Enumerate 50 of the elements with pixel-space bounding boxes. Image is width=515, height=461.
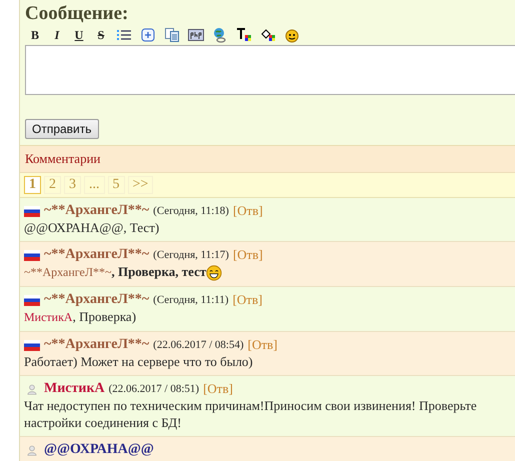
page-link[interactable]: 5 <box>108 176 124 194</box>
flag-icon <box>24 340 40 351</box>
send-button[interactable]: Отправить <box>25 119 99 139</box>
php-icon[interactable] <box>188 27 204 43</box>
underline-button[interactable]: U <box>72 28 86 42</box>
text-color-icon[interactable] <box>236 27 252 43</box>
author-name[interactable]: МистикА <box>44 381 105 398</box>
reply-link[interactable]: [Отв] <box>232 247 263 263</box>
comment-time: (Сегодня, 11:17) <box>153 249 229 261</box>
page-link[interactable]: 1 <box>24 176 41 194</box>
comment-time: (22.06.2017 / 08:51) <box>108 383 200 396</box>
bold-button[interactable]: B <box>28 28 42 42</box>
author-name[interactable]: ~**АрхангеЛ**~ <box>44 203 150 219</box>
author-name[interactable]: ~**АрхангеЛ**~ <box>44 337 150 354</box>
comment-text: , Проверка) <box>72 309 136 324</box>
form-title: Сообщение: <box>25 2 130 26</box>
page-link[interactable]: 2 <box>44 176 61 194</box>
author-name[interactable]: ~**АрхангеЛ**~ <box>44 247 150 263</box>
copy-icon[interactable] <box>164 27 180 43</box>
smiley-icon[interactable] <box>284 27 300 43</box>
comments-header: Комментарии <box>20 145 515 173</box>
comment-text: @@ОХРАНА@@, Тест) <box>24 220 160 235</box>
reply-link[interactable]: [Отв] <box>248 337 278 354</box>
flag-icon <box>24 250 40 260</box>
comment-time: (Сегодня, 11:11) <box>153 294 229 306</box>
author-name[interactable]: ~**АрхангеЛ**~ <box>44 292 150 308</box>
mention-name[interactable]: ~**АрхангеЛ**~ <box>24 265 112 279</box>
page-link[interactable]: 3 <box>64 176 81 194</box>
flag-icon <box>24 294 40 306</box>
strikethrough-button[interactable]: S <box>94 28 108 42</box>
reply-link[interactable]: [Отв] <box>232 292 262 308</box>
message-input[interactable] <box>25 45 515 95</box>
list-icon[interactable] <box>116 27 132 43</box>
comment-text: Чат недоступен по техническим причинам!Приносим свои извинения! Проверьте настройки соединения с БД! <box>24 398 477 430</box>
fill-color-icon[interactable] <box>260 27 276 43</box>
page-link[interactable]: ... <box>84 176 104 194</box>
flag-icon <box>24 206 40 216</box>
comment-time: (Сегодня, 11:18) <box>153 205 229 217</box>
globe-link-icon[interactable] <box>212 27 228 43</box>
author-name[interactable]: @@ОХРАНА@@ <box>44 442 154 458</box>
comment-text: , Проверка, тест <box>111 264 206 279</box>
reply-link[interactable]: [Отв] <box>232 203 263 219</box>
comment-text: Работает) Может на сервере что то было) <box>24 354 253 370</box>
page-link[interactable]: >> <box>128 176 154 194</box>
laughing-smiley-icon <box>206 265 222 282</box>
comment-time: (22.06.2017 / 08:54) <box>153 339 244 352</box>
plus-box-icon[interactable] <box>140 27 156 43</box>
mention-name[interactable]: МистикА <box>24 310 73 324</box>
italic-button[interactable]: I <box>50 28 64 42</box>
reply-link[interactable]: [Отв] <box>203 381 233 398</box>
